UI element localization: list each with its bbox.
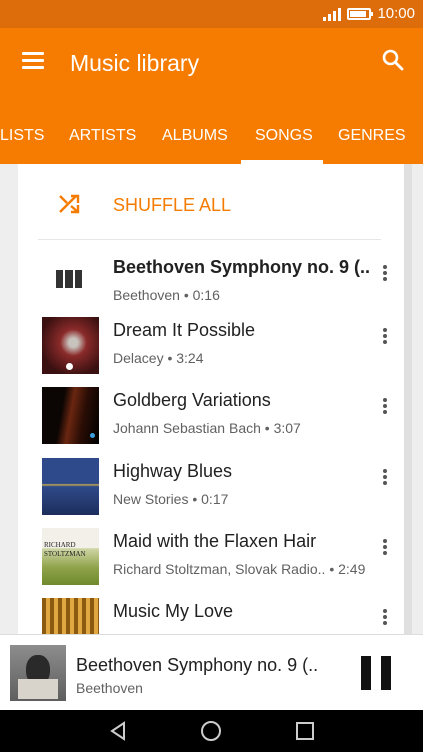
album-art: RICHARD STOLTZMAN [42,528,99,585]
album-art-text: RICHARD [44,541,76,549]
album-art [42,387,99,444]
album-art [42,317,99,374]
song-title: Music My Love [113,601,234,621]
navigation-bar [0,710,423,752]
song-title: Beethoven Symphony no. 9 (.. [113,257,371,277]
status-bar: 10:00 [0,0,423,28]
song-title: Dream It Possible [113,320,256,340]
song-row[interactable]: Beethoven Symphony no. 9 (.. Beethoven •… [18,254,404,324]
status-icons: 10:00 [323,5,415,22]
shuffle-icon [59,194,80,214]
song-subtitle: Johann Sebastian Bach • 3:07 [113,420,301,436]
status-time: 10:00 [377,5,415,22]
tab-genres[interactable]: GENRES [338,127,406,145]
now-playing-album-art [10,645,66,701]
song-title: Maid with the Flaxen Hair [113,531,317,551]
tab-artists[interactable]: ARTISTS [69,127,136,145]
now-playing-artist: Beethoven [76,680,143,696]
song-list: SHUFFLE ALL Beethoven Symphony no. 9 (..… [18,164,404,634]
album-art [42,598,99,634]
album-art-text: STOLTZMAN [44,550,86,558]
battery-icon [347,7,374,20]
recents-icon[interactable] [294,720,316,742]
divider [38,239,381,240]
song-subtitle: Delacey • 3:24 [113,350,204,366]
more-options-icon[interactable] [381,539,389,559]
scrollbar[interactable] [404,164,412,634]
now-playing-title: Beethoven Symphony no. 9 (.. [76,655,319,675]
tab-lists[interactable]: LISTS [0,127,44,145]
song-row[interactable]: Dream It Possible Delacey • 3:24 [18,317,404,387]
equalizer-icon [56,270,82,288]
now-playing-bar[interactable]: Beethoven Symphony no. 9 (.. Beethoven [0,634,423,710]
more-options-icon[interactable] [381,609,389,629]
song-subtitle: Beethoven • 0:16 [113,287,220,303]
menu-icon[interactable] [22,52,44,70]
tab-songs[interactable]: SONGS [255,127,313,145]
shuffle-all-label: SHUFFLE ALL [113,195,232,215]
song-subtitle: Richard Stoltzman, Slovak Radio.. • 2:49 [113,561,366,577]
search-icon[interactable] [381,48,405,72]
song-row[interactable]: Highway Blues New Stories • 0:17 [18,458,404,528]
signal-icon [323,7,342,21]
more-options-icon[interactable] [381,398,389,418]
home-icon[interactable] [200,720,222,742]
more-options-icon[interactable] [381,265,389,285]
shuffle-all-button[interactable]: SHUFFLE ALL [18,164,404,240]
more-options-icon[interactable] [381,328,389,348]
tab-albums[interactable]: ALBUMS [162,127,228,145]
page-title: Music library [70,50,200,76]
back-icon[interactable] [107,720,129,742]
more-options-icon[interactable] [381,469,389,489]
song-row[interactable]: RICHARD STOLTZMAN Maid with the Flaxen H… [18,528,404,598]
song-row[interactable]: Goldberg Variations Johann Sebastian Bac… [18,387,404,457]
app-bar: Music library [0,28,423,98]
song-subtitle: New Stories • 0:17 [113,491,229,507]
pause-icon[interactable] [361,656,391,690]
album-art [42,458,99,515]
song-title: Highway Blues [113,461,233,481]
tab-bar: LISTS ARTISTS ALBUMS SONGS GENRES [0,98,423,164]
song-title: Goldberg Variations [113,390,271,410]
song-row[interactable]: Music My Love [18,598,404,634]
